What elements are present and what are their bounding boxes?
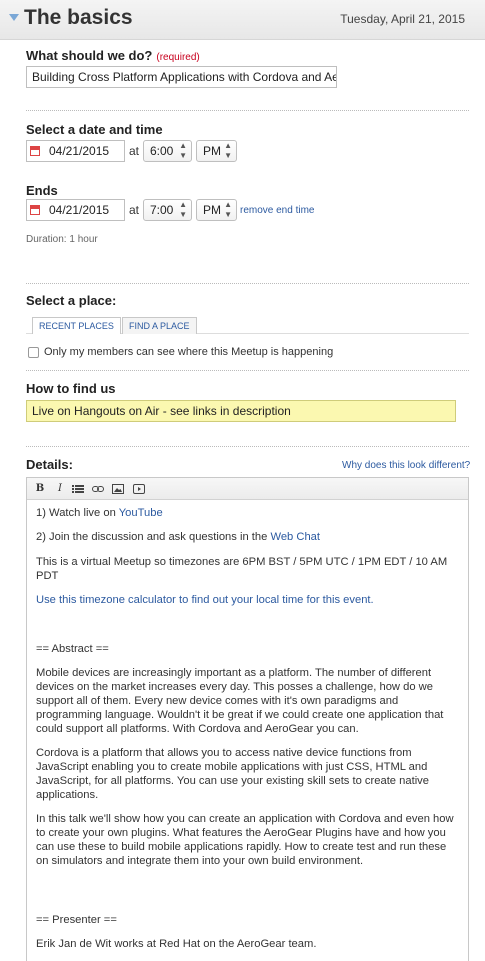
place-label: Select a place: xyxy=(26,293,117,308)
abstract-paragraph-2: Cordova is a platform that allows you to… xyxy=(36,747,429,801)
start-time-select[interactable]: 6:00 ▲ ▼ xyxy=(143,140,192,162)
what-label-text: What should we do? xyxy=(26,48,153,63)
what-label: What should we do? (required) xyxy=(26,48,200,63)
list-icon xyxy=(72,485,84,493)
select-arrows-icon: ▲ ▼ xyxy=(179,141,187,160)
text: 2) Join the discussion and ask questions… xyxy=(36,531,271,543)
abstract-paragraph-3: In this talk we'll show how you can crea… xyxy=(36,813,454,867)
calendar-icon[interactable] xyxy=(30,205,40,215)
end-ampm-select[interactable]: PM ▲ ▼ xyxy=(196,199,237,221)
tab-recent-places[interactable]: RECENT PLACES xyxy=(32,317,121,334)
start-date-input[interactable]: 04/21/2015 xyxy=(26,140,125,162)
italic-button[interactable]: I xyxy=(53,483,67,495)
divider xyxy=(26,283,469,284)
timezone-calculator-link[interactable]: Use this timezone calculator to find out… xyxy=(36,594,374,606)
divider xyxy=(26,446,469,447)
link-button[interactable] xyxy=(92,483,106,495)
end-at-text: at xyxy=(129,203,140,217)
abstract-heading: == Abstract == xyxy=(36,643,109,655)
end-date-input[interactable]: 04/21/2015 xyxy=(26,199,125,221)
details-label: Details: xyxy=(26,457,73,472)
header-date: Tuesday, April 21, 2015 xyxy=(340,12,465,26)
section-header[interactable]: The basics Tuesday, April 21, 2015 xyxy=(0,0,485,40)
editor-toolbar: B I xyxy=(27,478,468,500)
remove-end-time-link[interactable]: remove end time xyxy=(240,205,314,216)
image-icon xyxy=(112,484,124,494)
start-ampm-value: PM xyxy=(203,144,221,158)
paragraph: 1) Watch live on YouTube xyxy=(36,506,456,520)
select-arrows-icon: ▲ ▼ xyxy=(224,200,232,219)
end-ampm-value: PM xyxy=(203,203,221,217)
section-title: The basics xyxy=(24,6,133,29)
start-time-value: 6:00 xyxy=(150,144,174,158)
collapse-triangle-icon[interactable] xyxy=(9,14,19,21)
bold-button[interactable]: B xyxy=(33,483,47,495)
start-ampm-select[interactable]: PM ▲ ▼ xyxy=(196,140,237,162)
paragraph: Use this timezone calculator to find out… xyxy=(36,593,456,607)
calendar-icon[interactable] xyxy=(30,146,40,156)
members-only-label: Only my members can see where this Meetu… xyxy=(44,346,334,358)
why-different-link[interactable]: Why does this look different? xyxy=(342,460,470,471)
list-button[interactable] xyxy=(72,483,86,495)
required-note: (required) xyxy=(156,52,200,63)
place-tabs: RECENT PLACES FIND A PLACE xyxy=(26,314,469,334)
title-input[interactable]: Building Cross Platform Applications wit… xyxy=(26,66,337,88)
start-at-text: at xyxy=(129,144,140,158)
details-editor[interactable]: B I 1) Watch live on YouTube 2) Join the… xyxy=(26,477,469,961)
end-label: Ends xyxy=(26,183,58,198)
image-button[interactable] xyxy=(112,483,126,495)
video-button[interactable] xyxy=(133,483,147,495)
howto-label: How to find us xyxy=(26,381,116,396)
how-to-find-us-input[interactable]: Live on Hangouts on Air - see links in d… xyxy=(26,400,456,422)
divider xyxy=(26,370,469,371)
select-arrows-icon: ▲ ▼ xyxy=(224,141,232,160)
text: 1) Watch live on xyxy=(36,507,119,519)
end-time-select[interactable]: 7:00 ▲ ▼ xyxy=(143,199,192,221)
tab-find-a-place[interactable]: FIND A PLACE xyxy=(122,317,197,334)
divider xyxy=(26,110,469,111)
select-arrows-icon: ▲ ▼ xyxy=(179,200,187,219)
members-only-checkbox[interactable] xyxy=(28,347,39,358)
duration-text: Duration: 1 hour xyxy=(26,234,98,245)
timezone-paragraph: This is a virtual Meetup so timezones ar… xyxy=(36,556,448,582)
video-icon xyxy=(133,484,145,494)
abstract-paragraph-1: Mobile devices are increasingly importan… xyxy=(36,667,444,735)
youtube-link[interactable]: YouTube xyxy=(119,507,163,519)
presenter-paragraph-1: Erik Jan de Wit works at Red Hat on the … xyxy=(36,938,317,950)
presenter-heading: == Presenter == xyxy=(36,914,117,926)
web-chat-link[interactable]: Web Chat xyxy=(270,531,320,543)
link-icon xyxy=(92,486,104,492)
paragraph: 2) Join the discussion and ask questions… xyxy=(36,530,456,544)
start-label: Select a date and time xyxy=(26,122,163,137)
end-time-value: 7:00 xyxy=(150,203,174,217)
